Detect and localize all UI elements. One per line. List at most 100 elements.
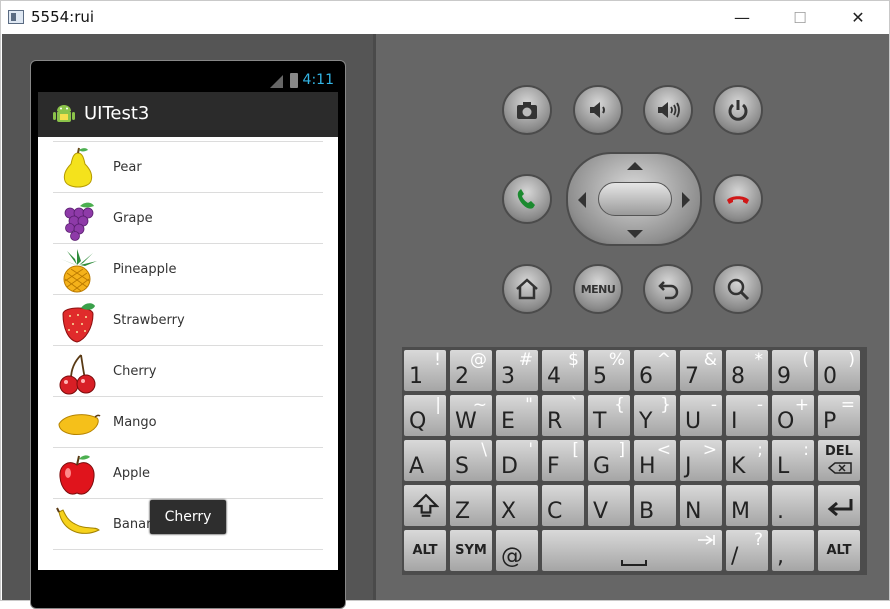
key-n[interactable]: N: [679, 484, 723, 527]
key-m[interactable]: M: [725, 484, 769, 527]
key-p-label: P: [823, 409, 837, 434]
back-button[interactable]: [643, 264, 693, 314]
sym-key[interactable]: SYM: [449, 529, 493, 572]
list-item-pineapple[interactable]: Pineapple: [53, 244, 323, 295]
shift-key[interactable]: [403, 484, 447, 527]
key-v[interactable]: V: [587, 484, 631, 527]
key-b-label: B: [639, 499, 655, 524]
key-o[interactable]: O +: [771, 394, 815, 437]
pear-icon: [63, 147, 93, 188]
apple-icon: [59, 455, 95, 495]
key-t[interactable]: T{: [587, 394, 631, 437]
key-r[interactable]: R `: [541, 394, 585, 437]
key-u[interactable]: U-: [679, 394, 723, 437]
key-a-label: A: [409, 454, 425, 479]
power-button[interactable]: [713, 85, 763, 135]
key-x-label: X: [501, 499, 517, 524]
list-item-grape[interactable]: Grape: [53, 193, 323, 244]
key-m-label: M: [731, 499, 750, 524]
volume-up-button[interactable]: [643, 85, 693, 135]
key-h-label: H: [639, 454, 656, 479]
home-button[interactable]: [502, 264, 552, 314]
dpad-up-icon: [627, 162, 643, 170]
list-item-label: Mango: [113, 415, 157, 430]
key-y-label: Y: [639, 409, 653, 434]
list-item-cherry[interactable]: Cherry: [53, 346, 323, 397]
mango-icon: [58, 414, 101, 435]
key-p[interactable]: P =: [817, 394, 861, 437]
key-0[interactable]: 0): [817, 349, 861, 392]
key-comma[interactable]: ,: [771, 529, 815, 572]
alt-left-key[interactable]: ALT: [403, 529, 447, 572]
end-call-button[interactable]: [713, 174, 763, 224]
key-2-label: 2: [455, 364, 469, 389]
key-slash[interactable]: /?: [725, 529, 769, 572]
key-8[interactable]: 8 *: [725, 349, 769, 392]
key-3-label: 3: [501, 364, 515, 389]
key-g[interactable]: G]: [587, 439, 631, 482]
camera-icon: [517, 102, 537, 119]
key-a[interactable]: A: [403, 439, 447, 482]
controls-panel: MENU 1! 2 @3 #4 $5% 6 ^ 7 & 8 * 9(0) Q | W ~ E " R ` T{Y} U - I…: [376, 34, 889, 600]
key-w-alt-label: ~: [472, 395, 487, 415]
key-i[interactable]: I-: [725, 394, 769, 437]
key-1[interactable]: 1!: [403, 349, 447, 392]
key-3[interactable]: 3 #: [495, 349, 539, 392]
volume-down-icon: [590, 102, 605, 118]
app-title: UITest3: [84, 103, 150, 124]
key-w[interactable]: W ~: [449, 394, 493, 437]
delete-key[interactable]: DEL: [817, 439, 861, 482]
key-slash-label: /: [731, 544, 739, 569]
dpad-left-icon: [578, 192, 586, 208]
dpad-center-button[interactable]: [598, 182, 672, 216]
search-button[interactable]: [713, 264, 763, 314]
enter-key[interactable]: [817, 484, 861, 527]
delete-key-label: DEL: [825, 444, 853, 459]
list-item-label: Apple: [113, 466, 151, 481]
status-time: 4:11: [302, 72, 334, 88]
key-s[interactable]: S \: [449, 439, 493, 482]
key-x[interactable]: X: [495, 484, 539, 527]
space-key[interactable]: [541, 529, 723, 572]
key-h[interactable]: H <: [633, 439, 677, 482]
key-f[interactable]: F[: [541, 439, 585, 482]
list-item-pear[interactable]: Pear: [53, 142, 323, 193]
key-slash-alt-label: ?: [753, 530, 763, 550]
key-at[interactable]: @: [495, 529, 539, 572]
close-button[interactable]: ✕: [835, 1, 881, 34]
key-6[interactable]: 6 ^: [633, 349, 677, 392]
key-k[interactable]: K;: [725, 439, 769, 482]
key-b[interactable]: B: [633, 484, 677, 527]
list-item-label: Pineapple: [113, 262, 177, 277]
menu-button[interactable]: MENU: [573, 264, 623, 314]
dpad-down-icon: [627, 230, 643, 238]
volume-down-button[interactable]: [573, 85, 623, 135]
minimize-button[interactable]: —: [719, 1, 765, 34]
key-period[interactable]: .: [771, 484, 815, 527]
dpad[interactable]: [566, 152, 702, 246]
key-e[interactable]: E ": [495, 394, 539, 437]
key-e-label: E: [501, 409, 515, 434]
call-button[interactable]: [502, 174, 552, 224]
maximize-button[interactable]: ☐: [777, 1, 823, 34]
list-item-mango[interactable]: Mango: [53, 397, 323, 448]
key-z[interactable]: Z: [449, 484, 493, 527]
key-y[interactable]: Y}: [633, 394, 677, 437]
key-e-alt-label: ": [525, 395, 533, 415]
key-k-alt-label: ;: [757, 440, 763, 460]
key-5[interactable]: 5%: [587, 349, 631, 392]
key-l[interactable]: L:: [771, 439, 815, 482]
key-j[interactable]: J >: [679, 439, 723, 482]
key-8-label: 8: [731, 364, 745, 389]
key-9[interactable]: 9(: [771, 349, 815, 392]
list-item-apple[interactable]: Apple: [53, 448, 323, 499]
list-item-strawberry[interactable]: Strawberry: [53, 295, 323, 346]
key-c[interactable]: C: [541, 484, 585, 527]
alt-right-key[interactable]: ALT: [817, 529, 861, 572]
key-d[interactable]: D ': [495, 439, 539, 482]
camera-button[interactable]: [502, 85, 552, 135]
key-2[interactable]: 2 @: [449, 349, 493, 392]
key-7[interactable]: 7 &: [679, 349, 723, 392]
key-q[interactable]: Q |: [403, 394, 447, 437]
key-4[interactable]: 4 $: [541, 349, 585, 392]
